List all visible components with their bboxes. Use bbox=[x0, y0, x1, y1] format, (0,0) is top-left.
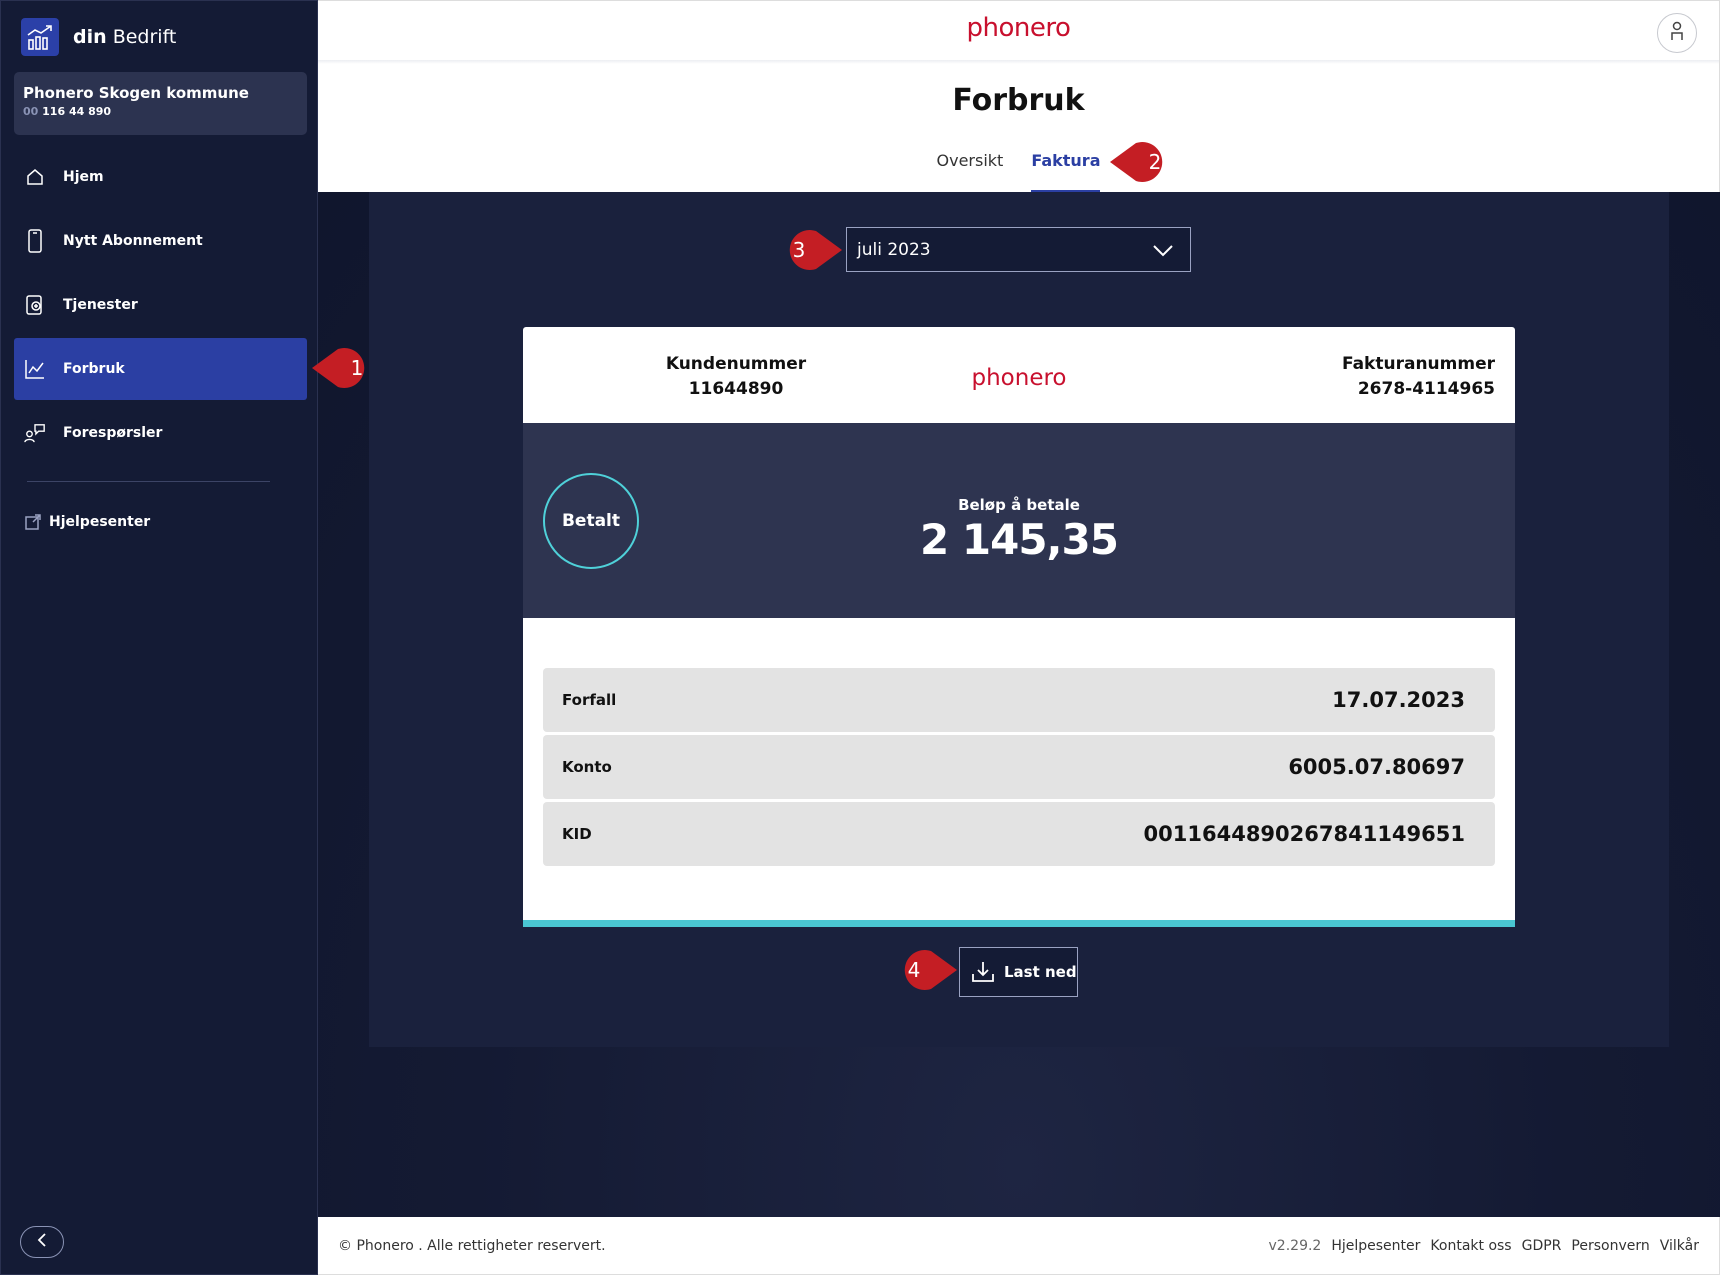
tab-oversikt[interactable]: Oversikt bbox=[937, 151, 1004, 193]
brand-name: din Bedrift bbox=[73, 26, 177, 48]
organization-name: Phonero Skogen kommune bbox=[23, 84, 249, 102]
sidebar-item-label: Forbruk bbox=[63, 361, 125, 377]
organization-card[interactable]: Phonero Skogen kommune 00 116 44 890 bbox=[14, 72, 307, 135]
detail-row-kid: KID 001164489026784114965​1 bbox=[543, 802, 1495, 866]
home-icon bbox=[24, 166, 46, 188]
sidebar-item-foresporsler[interactable]: Forespørsler bbox=[14, 402, 307, 464]
detail-value: 6005.07.80697 bbox=[1288, 755, 1465, 779]
sidebar: din Bedrift Phonero Skogen kommune 00 11… bbox=[0, 0, 318, 1275]
month-select[interactable]: juli 2023 bbox=[846, 227, 1191, 272]
invoice-accent-bar bbox=[523, 920, 1515, 927]
invoice-details: Forfall 17.07.2023 Konto 6005.07.80697 K… bbox=[543, 668, 1495, 869]
footer-link-kontakt-oss[interactable]: Kontakt oss bbox=[1430, 1238, 1511, 1254]
copyright-text: © Phonero . Alle rettigheter reservert. bbox=[338, 1237, 606, 1254]
external-link-icon bbox=[23, 511, 43, 533]
invoice-number-label: Fakturanummer bbox=[1341, 354, 1495, 374]
tab-bar: Oversikt Faktura bbox=[318, 151, 1719, 193]
download-label: Last ned bbox=[1004, 963, 1077, 981]
invoice-header: Kundenummer 11644890 phonero Fakturanumm… bbox=[523, 327, 1515, 423]
brand[interactable]: din Bedrift bbox=[21, 17, 176, 57]
header-divider bbox=[318, 60, 1719, 64]
footer-link-hjelpesenter[interactable]: Hjelpesenter bbox=[1331, 1238, 1420, 1254]
services-icon bbox=[24, 294, 46, 316]
user-profile-button[interactable] bbox=[1657, 13, 1697, 53]
detail-row-konto: Konto 6005.07.80697 bbox=[543, 735, 1495, 799]
sidebar-divider bbox=[27, 481, 270, 482]
download-button[interactable]: Last ned bbox=[959, 947, 1078, 997]
invoice-number-value: 2678-4114965 bbox=[1357, 379, 1495, 399]
sidebar-item-label: Tjenester bbox=[63, 297, 138, 313]
sidebar-item-hjelpesenter[interactable]: Hjelpesenter bbox=[23, 511, 150, 533]
sidebar-item-nytt-abonnement[interactable]: Nytt Abonnement bbox=[14, 210, 307, 272]
phonero-logo[interactable]: phonero bbox=[318, 13, 1719, 43]
amount-value: 2 145,35 bbox=[920, 515, 1119, 564]
page-title: Forbruk bbox=[952, 83, 1085, 118]
footer-link-vilkar[interactable]: Vilkår bbox=[1660, 1238, 1699, 1254]
chevron-down-icon bbox=[1152, 240, 1174, 265]
amount-label: Beløp å betale bbox=[958, 496, 1080, 514]
detail-row-forfall: Forfall 17.07.2023 bbox=[543, 668, 1495, 732]
footer-links: v2.29.2 Hjelpesenter Kontakt oss GDPR Pe… bbox=[1259, 1238, 1699, 1254]
footer-link-personvern[interactable]: Personvern bbox=[1571, 1238, 1649, 1254]
month-select-value: juli 2023 bbox=[857, 239, 931, 260]
invoice-card: Kundenummer 11644890 phonero Fakturanumm… bbox=[523, 327, 1515, 927]
user-icon bbox=[1669, 20, 1685, 46]
detail-value: 17.07.2023 bbox=[1332, 688, 1465, 712]
sidebar-item-label: Forespørsler bbox=[63, 425, 163, 441]
phone-icon bbox=[24, 229, 46, 253]
download-icon bbox=[970, 959, 996, 985]
version-label: v2.29.2 bbox=[1268, 1237, 1322, 1254]
amount-band: Betalt Beløp å betale 2 145,35 bbox=[523, 423, 1515, 618]
sidebar-nav: Hjem Nytt Abonnement Tjenester Forbruk F… bbox=[14, 146, 307, 466]
sidebar-item-label: Nytt Abonnement bbox=[63, 233, 203, 249]
detail-value: 001164489026784114965​1 bbox=[1143, 822, 1465, 846]
callout-marker-4: 4 bbox=[891, 948, 957, 992]
detail-key: Forfall bbox=[562, 691, 617, 709]
tab-faktura[interactable]: Faktura bbox=[1031, 151, 1101, 193]
organization-number: 00 116 44 890 bbox=[23, 105, 112, 118]
footer-link-gdpr[interactable]: GDPR bbox=[1522, 1238, 1562, 1254]
footer: © Phonero . Alle rettigheter reservert. … bbox=[318, 1217, 1720, 1275]
sidebar-item-hjem[interactable]: Hjem bbox=[14, 146, 307, 208]
sidebar-item-label: Hjem bbox=[63, 169, 104, 185]
collapse-sidebar-button[interactable] bbox=[20, 1226, 64, 1258]
sidebar-item-label: Hjelpesenter bbox=[49, 514, 151, 530]
detail-key: Konto bbox=[562, 758, 612, 776]
requests-icon bbox=[24, 422, 46, 444]
chevron-left-icon bbox=[36, 1232, 48, 1252]
din-bedrift-logo-icon bbox=[21, 18, 59, 56]
detail-key: KID bbox=[562, 825, 592, 843]
callout-marker-2: 2 bbox=[1110, 140, 1176, 184]
usage-chart-icon bbox=[24, 358, 46, 380]
sidebar-item-forbruk[interactable]: Forbruk bbox=[14, 338, 307, 400]
top-header: phonero Forbruk Oversikt Faktura bbox=[318, 0, 1720, 193]
callout-marker-3: 3 bbox=[776, 228, 842, 272]
callout-marker-1: 1 bbox=[312, 346, 378, 390]
sidebar-item-tjenester[interactable]: Tjenester bbox=[14, 274, 307, 336]
